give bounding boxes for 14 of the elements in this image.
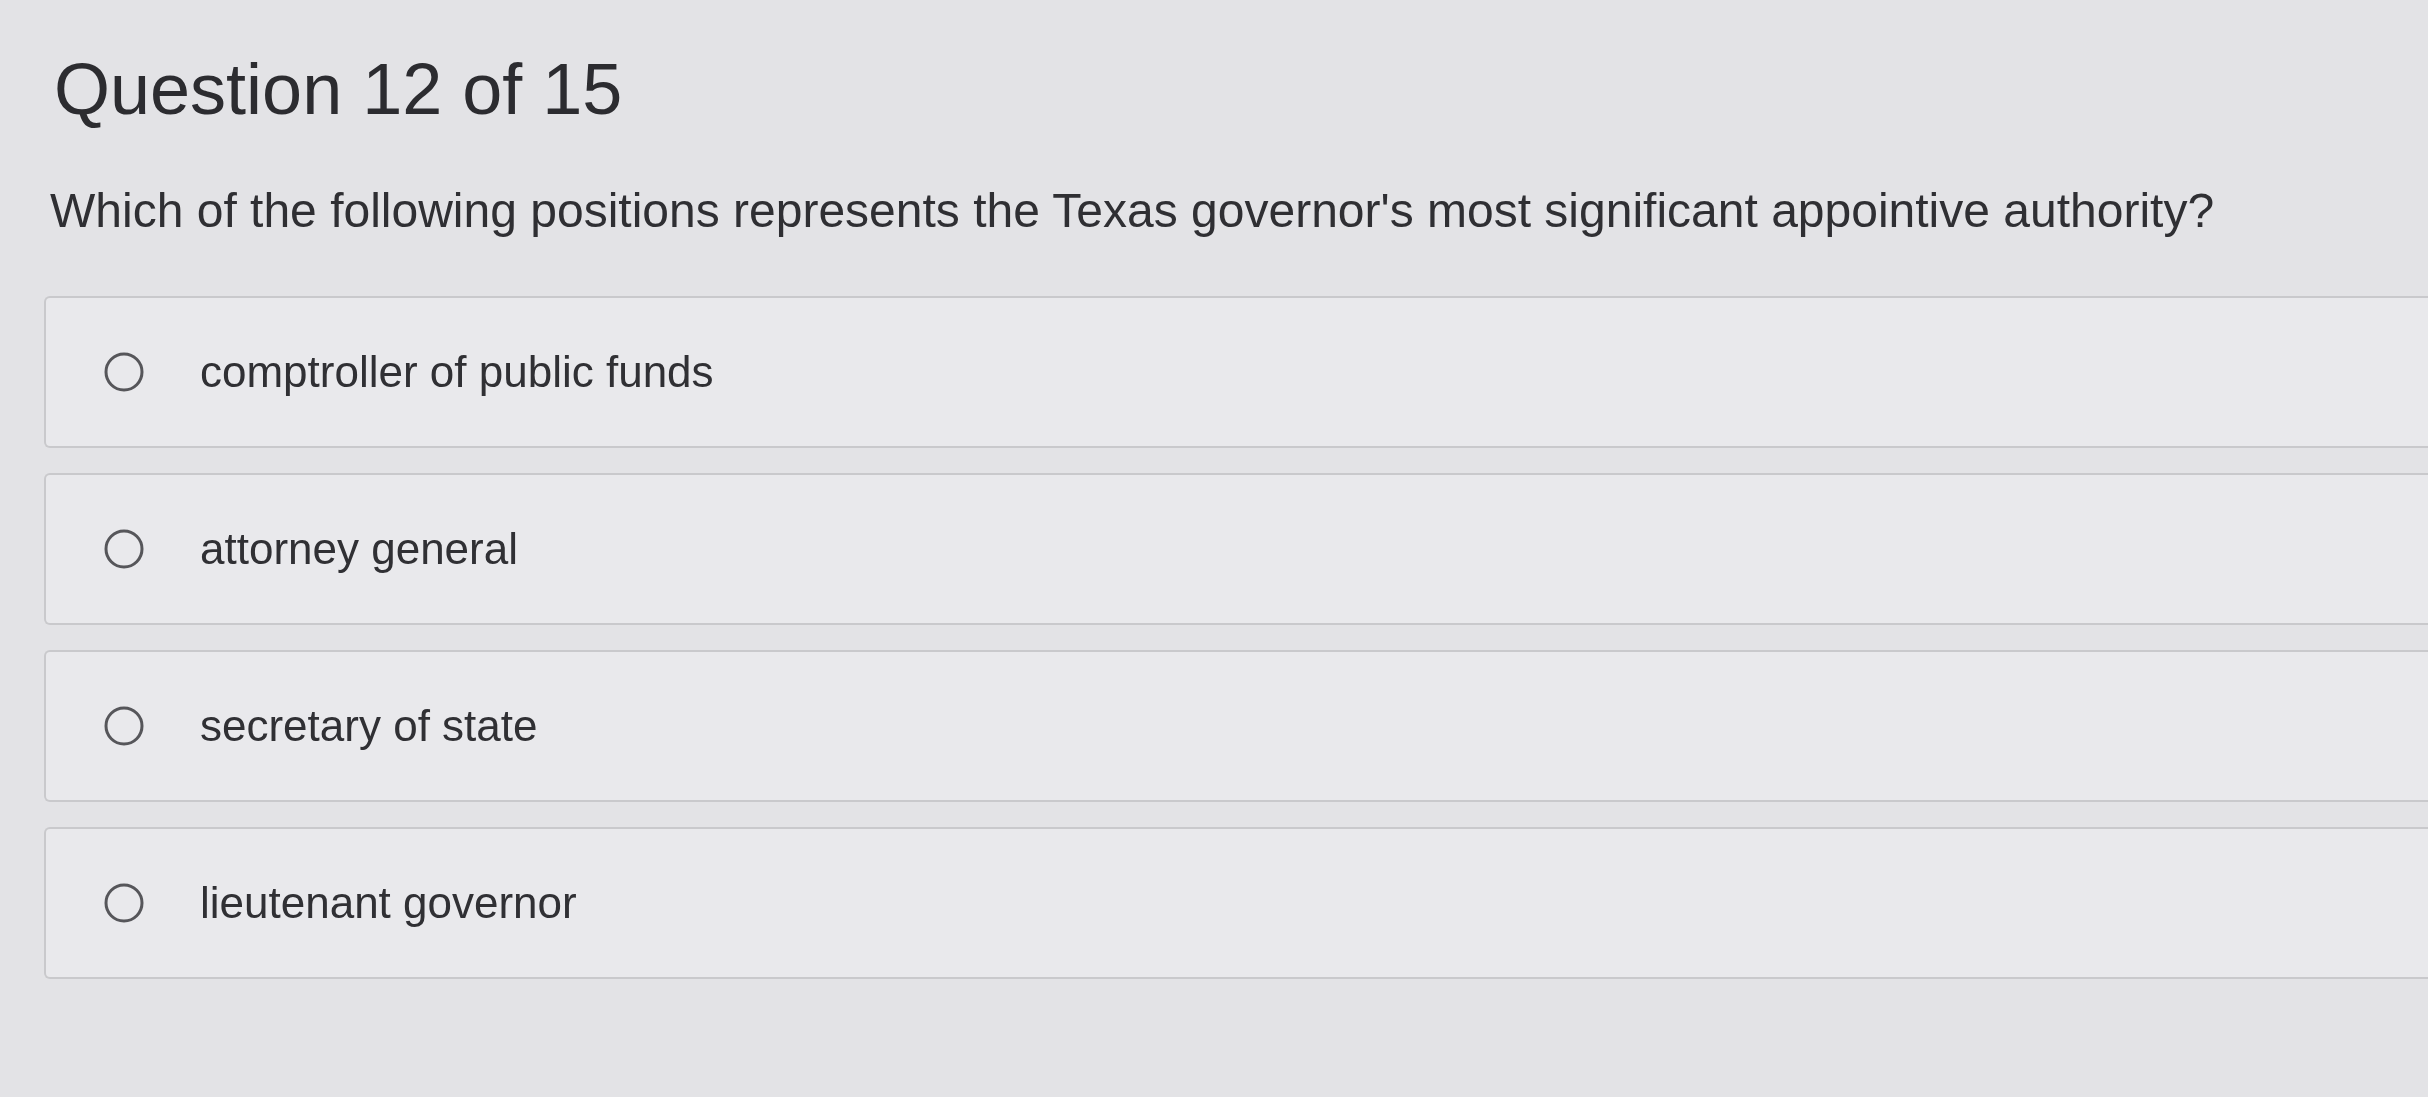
radio-button[interactable]	[104, 352, 144, 392]
option-label: secretary of state	[200, 699, 538, 752]
question-text: Which of the following positions represents the Texas governor's most significant appointive authority?	[50, 183, 2216, 240]
answer-option[interactable]: comptroller of public funds	[44, 296, 2428, 448]
answer-option[interactable]: lieutenant governor	[44, 827, 2428, 979]
option-label: lieutenant governor	[200, 876, 577, 929]
radio-button[interactable]	[104, 883, 144, 923]
radio-button[interactable]	[104, 529, 144, 569]
option-label: comptroller of public funds	[200, 345, 714, 398]
answer-option[interactable]: secretary of state	[44, 650, 2428, 802]
radio-button[interactable]	[104, 706, 144, 746]
option-label: attorney general	[200, 522, 518, 575]
answer-option[interactable]: attorney general	[44, 473, 2428, 625]
question-header: Question 12 of 15	[54, 48, 624, 131]
